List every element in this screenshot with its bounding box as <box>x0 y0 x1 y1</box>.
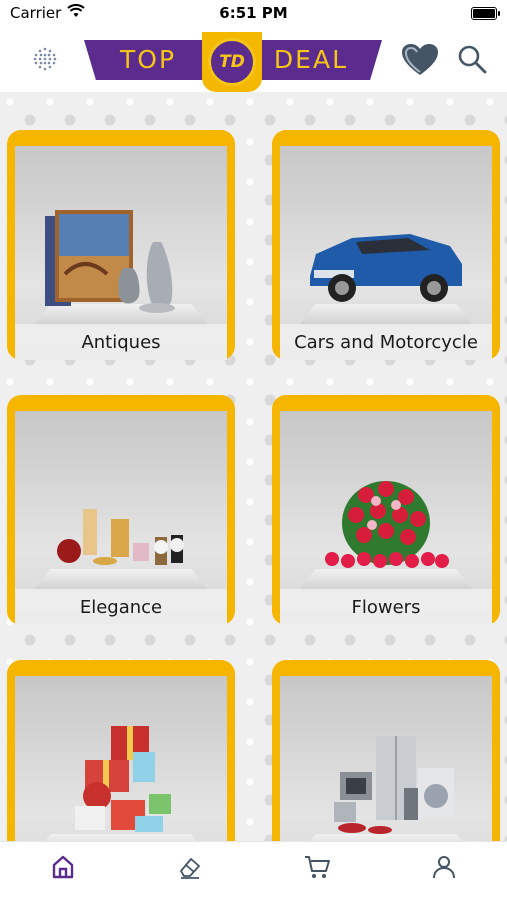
category-grid: Antiques Cars and Motorcycle Elegance Fl… <box>0 92 507 841</box>
top-deal-logo: TOP DEAL TD <box>84 32 382 92</box>
category-label: Antiques <box>15 324 227 360</box>
category-card-flowers[interactable]: Flowers <box>272 395 500 625</box>
cart-icon <box>304 856 330 878</box>
card-body <box>280 676 492 841</box>
category-label: Flowers <box>280 589 492 625</box>
logo-text-deal: DEAL <box>273 45 348 74</box>
carrier-label: Carrier <box>10 4 62 22</box>
home-icon <box>53 855 74 879</box>
favorites-heart-icon[interactable] <box>400 42 440 78</box>
category-label: Elegance <box>15 589 227 625</box>
car-image <box>310 234 462 302</box>
category-card-antiques[interactable]: Antiques <box>7 130 235 360</box>
appliances-image <box>334 736 454 834</box>
category-card-gifts[interactable] <box>7 660 235 841</box>
perfume-watch-image <box>57 509 184 565</box>
antiques-image <box>45 210 175 313</box>
card-body: Flowers <box>280 411 492 625</box>
app-header: TOP DEAL TD <box>0 26 507 92</box>
wifi-icon <box>67 4 85 22</box>
profile-icon <box>432 856 455 879</box>
gifts-image <box>75 726 171 832</box>
battery-icon <box>471 6 500 20</box>
tab-home[interactable] <box>43 847 83 887</box>
flowers-image <box>325 481 449 568</box>
card-body: Antiques <box>15 146 227 360</box>
eraser-icon <box>180 858 201 879</box>
logo-badge-text: TD <box>208 38 256 86</box>
card-body: Cars and Motorcycle <box>280 146 492 360</box>
bottom-tab-bar <box>0 841 507 900</box>
category-label: Cars and Motorcycle <box>280 324 492 360</box>
status-left: Carrier <box>10 4 85 22</box>
category-card-appliances[interactable] <box>272 660 500 841</box>
logo-text-top: TOP <box>120 45 177 74</box>
status-bar: Carrier 6:51 PM <box>0 0 507 26</box>
category-card-cars[interactable]: Cars and Motorcycle <box>272 130 500 360</box>
search-icon[interactable] <box>456 43 490 77</box>
tab-eraser[interactable] <box>170 847 210 887</box>
menu-dots-icon[interactable] <box>30 44 60 74</box>
card-body <box>15 676 227 841</box>
category-card-elegance[interactable]: Elegance <box>7 395 235 625</box>
category-grid-area: Antiques Cars and Motorcycle Elegance Fl… <box>0 92 507 841</box>
tab-profile[interactable] <box>424 847 464 887</box>
logo-badge: TD <box>202 32 262 92</box>
card-body: Elegance <box>15 411 227 625</box>
tab-cart[interactable] <box>297 847 337 887</box>
